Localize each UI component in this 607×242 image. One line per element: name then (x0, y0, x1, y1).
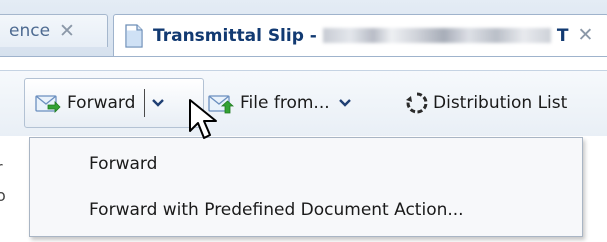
tab-previous-close-icon[interactable]: ✕ (59, 21, 75, 41)
document-icon (125, 23, 143, 48)
menu-item-label: Forward with Predefined Document Action.… (89, 200, 464, 220)
tab-strip: ence ✕ Transmittal Slip - T ✕ (0, 0, 607, 57)
forward-dropdown-arrow[interactable] (145, 79, 171, 127)
forward-dropdown-menu: Forward Forward with Predefined Document… (29, 137, 583, 237)
chevron-down-icon (152, 99, 165, 107)
redacted-text (322, 28, 551, 43)
forward-button-label: Forward (67, 93, 136, 113)
gutter-text: r (0, 158, 3, 177)
file-from-button[interactable]: File from... (208, 78, 352, 128)
mouse-pointer-icon (189, 99, 217, 139)
tab-active-label: Transmittal Slip - (153, 25, 317, 46)
tab-previous-document[interactable]: ence ✕ (0, 14, 108, 47)
distribution-list-label: Distribution List (433, 93, 568, 113)
menu-item-forward-predefined-action[interactable]: Forward with Predefined Document Action.… (30, 190, 582, 230)
refresh-circle-icon (406, 92, 428, 114)
forward-split-button: Forward (24, 78, 204, 128)
tab-active-suffix: T (556, 25, 569, 46)
forward-button[interactable]: Forward (25, 79, 135, 127)
document-toolbar: Forward File from... Distribution List (0, 70, 607, 136)
chevron-down-icon (338, 99, 351, 107)
menu-item-label: Forward (89, 154, 158, 174)
tab-previous-label: ence (9, 21, 51, 41)
menu-item-forward[interactable]: Forward (30, 144, 582, 184)
file-from-label: File from... (240, 93, 330, 113)
tab-active-close-icon[interactable]: ✕ (577, 26, 593, 45)
gutter-text: o (0, 186, 6, 205)
tab-transmittal-slip[interactable]: Transmittal Slip - T ✕ (113, 14, 607, 56)
distribution-list-button[interactable]: Distribution List (405, 78, 567, 128)
forward-mail-icon (35, 95, 61, 113)
